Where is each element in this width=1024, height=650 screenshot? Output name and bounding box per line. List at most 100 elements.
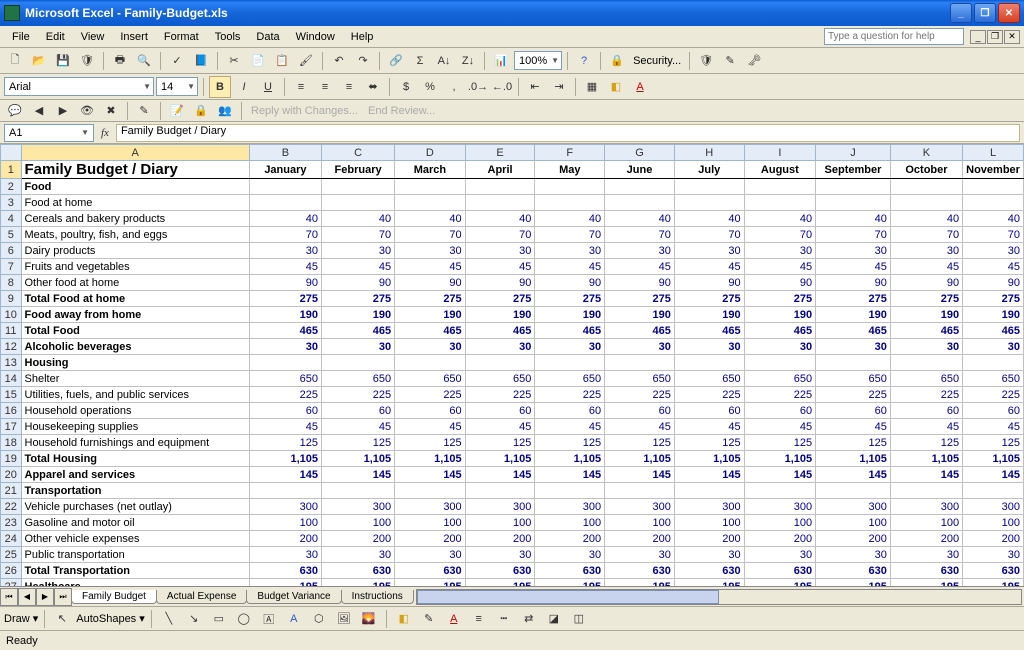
cell-J9[interactable]: 275: [816, 291, 891, 307]
cell-F18[interactable]: 125: [535, 435, 605, 451]
cell-L15[interactable]: 225: [963, 387, 1024, 403]
cell-I24[interactable]: 200: [744, 531, 816, 547]
bold-button[interactable]: B: [209, 76, 231, 98]
cell-H2[interactable]: [674, 179, 744, 195]
cell-H5[interactable]: 70: [674, 227, 744, 243]
select-all-cell[interactable]: [1, 145, 22, 161]
cell-I22[interactable]: 300: [744, 499, 816, 515]
cell-J4[interactable]: 40: [816, 211, 891, 227]
maximize-button[interactable]: ❐: [974, 3, 996, 23]
cell-G18[interactable]: 125: [605, 435, 675, 451]
cell-L23[interactable]: 100: [963, 515, 1024, 531]
cell-E21[interactable]: [465, 483, 535, 499]
cell-L21[interactable]: [963, 483, 1024, 499]
cell-G11[interactable]: 465: [605, 323, 675, 339]
cell-F13[interactable]: [535, 355, 605, 371]
new-comment-button[interactable]: 💬: [4, 100, 26, 122]
decrease-decimal-button[interactable]: ←.0: [491, 76, 513, 98]
sheet-tab-budget-variance[interactable]: Budget Variance: [246, 590, 341, 604]
cell-G1[interactable]: June: [605, 161, 675, 179]
cell-L18[interactable]: 125: [963, 435, 1024, 451]
comma-button[interactable]: ,: [443, 76, 465, 98]
cell-A1[interactable]: Family Budget / Diary: [21, 161, 249, 179]
cell-H16[interactable]: 60: [674, 403, 744, 419]
cell-L12[interactable]: 30: [963, 339, 1024, 355]
cell-E10[interactable]: 190: [465, 307, 535, 323]
cell-C16[interactable]: 60: [322, 403, 395, 419]
cell-B23[interactable]: 100: [249, 515, 321, 531]
clipart-button[interactable]: 🖼: [333, 608, 355, 630]
cell-B9[interactable]: 275: [249, 291, 321, 307]
cell-E5[interactable]: 70: [465, 227, 535, 243]
cell-H13[interactable]: [674, 355, 744, 371]
cell-H17[interactable]: 45: [674, 419, 744, 435]
cell-J3[interactable]: [816, 195, 891, 211]
cell-K14[interactable]: 650: [890, 371, 962, 387]
cell-C5[interactable]: 70: [322, 227, 395, 243]
cell-I15[interactable]: 225: [744, 387, 816, 403]
cell-H8[interactable]: 90: [674, 275, 744, 291]
research-button[interactable]: 📘: [190, 50, 212, 72]
fx-button[interactable]: fx: [98, 127, 112, 139]
menu-edit[interactable]: Edit: [38, 29, 73, 45]
menu-window[interactable]: Window: [288, 29, 343, 45]
align-center-button[interactable]: ≡: [314, 76, 336, 98]
row-header-15[interactable]: 15: [1, 387, 22, 403]
cell-G19[interactable]: 1,105: [605, 451, 675, 467]
cell-D13[interactable]: [395, 355, 466, 371]
share-workbook-button[interactable]: 👥: [214, 100, 236, 122]
cell-B26[interactable]: 630: [249, 563, 321, 579]
col-header-K[interactable]: K: [890, 145, 962, 161]
cell-C15[interactable]: 225: [322, 387, 395, 403]
cell-I7[interactable]: 45: [744, 259, 816, 275]
cell-C11[interactable]: 465: [322, 323, 395, 339]
tab-next-button[interactable]: ▶: [36, 588, 54, 606]
cell-I8[interactable]: 90: [744, 275, 816, 291]
col-header-J[interactable]: J: [816, 145, 891, 161]
autoshapes-menu[interactable]: AutoShapes ▾: [76, 612, 145, 625]
cell-B1[interactable]: January: [249, 161, 321, 179]
cell-F23[interactable]: 100: [535, 515, 605, 531]
currency-button[interactable]: $: [395, 76, 417, 98]
cell-D10[interactable]: 190: [395, 307, 466, 323]
cell-I11[interactable]: 465: [744, 323, 816, 339]
sheet-tab-actual-expense[interactable]: Actual Expense: [156, 590, 248, 604]
rectangle-button[interactable]: ▭: [208, 608, 230, 630]
cell-F12[interactable]: 30: [535, 339, 605, 355]
row-header-8[interactable]: 8: [1, 275, 22, 291]
row-header-14[interactable]: 14: [1, 371, 22, 387]
cell-C2[interactable]: [322, 179, 395, 195]
cell-C21[interactable]: [322, 483, 395, 499]
cell-F24[interactable]: 200: [535, 531, 605, 547]
cell-F1[interactable]: May: [535, 161, 605, 179]
cell-D11[interactable]: 465: [395, 323, 466, 339]
security-label[interactable]: Security...: [630, 55, 684, 67]
shadow-button[interactable]: ◪: [543, 608, 565, 630]
row-header-4[interactable]: 4: [1, 211, 22, 227]
new-button[interactable]: 🗋: [4, 50, 26, 72]
line-style-button[interactable]: ≡: [468, 608, 490, 630]
minimize-button[interactable]: _: [950, 3, 972, 23]
tab-prev-button[interactable]: ◀: [18, 588, 36, 606]
cell-D8[interactable]: 90: [395, 275, 466, 291]
menu-tools[interactable]: Tools: [207, 29, 249, 45]
cell-K9[interactable]: 275: [890, 291, 962, 307]
cell-H10[interactable]: 190: [674, 307, 744, 323]
cell-C23[interactable]: 100: [322, 515, 395, 531]
cell-J18[interactable]: 125: [816, 435, 891, 451]
track-changes-button[interactable]: 📝: [166, 100, 188, 122]
cell-C1[interactable]: February: [322, 161, 395, 179]
cell-C8[interactable]: 90: [322, 275, 395, 291]
ink-button[interactable]: ✎: [133, 100, 155, 122]
cell-J11[interactable]: 465: [816, 323, 891, 339]
cell-F25[interactable]: 30: [535, 547, 605, 563]
protect-button[interactable]: 🔒: [190, 100, 212, 122]
cell-H9[interactable]: 275: [674, 291, 744, 307]
cell-I27[interactable]: 195: [744, 579, 816, 587]
cell-H21[interactable]: [674, 483, 744, 499]
line-color-button[interactable]: ✎: [418, 608, 440, 630]
cell-K1[interactable]: October: [890, 161, 962, 179]
cell-A10[interactable]: Food away from home: [21, 307, 249, 323]
row-header-7[interactable]: 7: [1, 259, 22, 275]
cell-H4[interactable]: 40: [674, 211, 744, 227]
